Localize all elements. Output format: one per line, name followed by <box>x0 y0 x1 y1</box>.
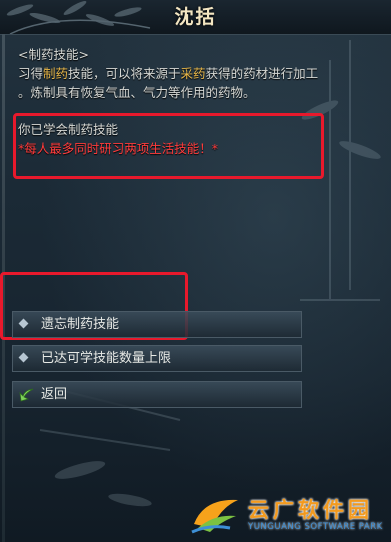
watermark-title: 云广软件园 <box>248 498 373 522</box>
annotation-box-status <box>13 113 324 179</box>
back-option[interactable]: 返回 <box>12 381 302 408</box>
npc-dialog: 沈括 <制药技能> 习得制药技能，可以将来源于采药获得的药材进行加工 。炼制具有… <box>0 0 391 542</box>
skill-description-line-1: 习得制药技能，可以将来源于采药获得的药材进行加工 <box>18 66 319 81</box>
skill-description: <制药技能> 习得制药技能，可以将来源于采药获得的药材进行加工 。炼制具有恢复气… <box>18 45 378 102</box>
npc-name-title: 沈括 <box>174 6 217 28</box>
highlight-source-skill: 采药 <box>180 66 206 81</box>
watermark-subtitle: YUNGUANG SOFTWARE PARK <box>248 522 383 532</box>
highlight-skill-name: 制药 <box>43 66 69 81</box>
back-arrow-icon <box>19 388 34 402</box>
forget-pharmacy-skill-option[interactable]: 遗忘制药技能 <box>12 311 302 338</box>
skill-heading: <制药技能> <box>18 47 89 62</box>
diamond-bullet-icon <box>18 318 29 329</box>
watermark-logo-icon <box>191 499 238 534</box>
watermark: 云广软件园 YUNGUANG SOFTWARE PARK <box>190 492 389 540</box>
diamond-bullet-icon <box>18 352 29 363</box>
skill-description-line-2: 。炼制具有恢复气血、气力等作用的药物。 <box>18 85 256 100</box>
skill-limit-reached-option[interactable]: 已达可学技能数量上限 <box>12 345 302 372</box>
title-bar: 沈括 <box>0 0 391 35</box>
